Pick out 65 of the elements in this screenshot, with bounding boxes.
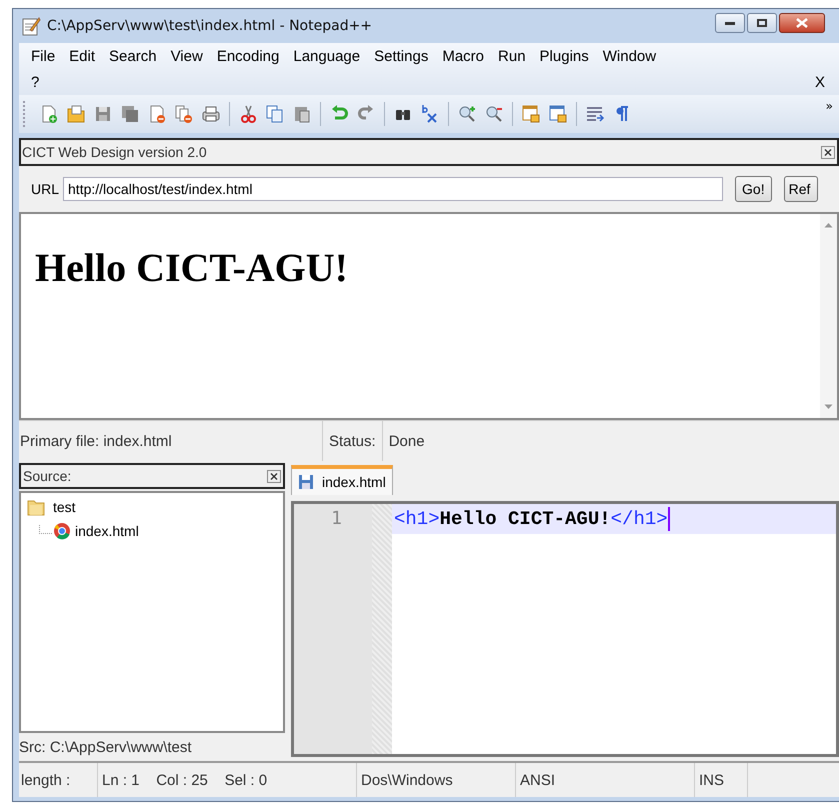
- zoom-out-icon[interactable]: [484, 104, 504, 124]
- tree-connector-icon: [39, 525, 53, 537]
- menu-item[interactable]: Edit: [63, 48, 104, 64]
- scroll-up-icon: [824, 222, 833, 228]
- scroll-down-icon: [824, 404, 833, 410]
- toolbar-overflow-button[interactable]: »: [824, 99, 835, 113]
- status-text: Ln : 1 Col : 25 Sel : 0: [102, 772, 268, 788]
- restore-button[interactable]: [747, 13, 777, 33]
- minimize-button[interactable]: [715, 13, 745, 33]
- menu-item[interactable]: Search: [103, 48, 165, 64]
- window-lock-icon[interactable]: [521, 104, 541, 124]
- save-icon[interactable]: [93, 104, 113, 124]
- window-title: C:\AppServ\www\test\index.html - Notepad++: [47, 18, 374, 34]
- status-text: length :: [21, 772, 70, 788]
- source-path: Src: C:\AppServ\www\test: [19, 738, 192, 756]
- menu-item[interactable]: Settings: [368, 48, 436, 64]
- menu-item[interactable]: File: [25, 48, 64, 64]
- code-editor[interactable]: 1 <h1>Hello CICT-AGU!</h1>: [291, 501, 839, 757]
- status-text: INS: [699, 772, 724, 788]
- notepad-icon: [21, 16, 41, 36]
- close-icon[interactable]: [267, 470, 281, 482]
- refresh-button[interactable]: Ref: [784, 176, 818, 202]
- status-text: ANSI: [520, 772, 556, 788]
- folder-icon: [27, 498, 45, 516]
- tree-item[interactable]: test: [53, 499, 76, 515]
- scrollbar[interactable]: [820, 214, 837, 418]
- paste-icon[interactable]: [292, 104, 312, 124]
- copy-icon[interactable]: [265, 104, 285, 124]
- menu-item[interactable]: Plugins: [534, 48, 597, 64]
- close-document-button[interactable]: X: [808, 74, 833, 90]
- zoom-in-icon[interactable]: [457, 104, 477, 124]
- primary-file-label: Primary file: index.html: [20, 432, 172, 450]
- close-icon[interactable]: [821, 146, 835, 158]
- window-lock-icon[interactable]: [548, 104, 568, 124]
- minimize-icon: [725, 20, 735, 26]
- close-button[interactable]: [779, 13, 825, 33]
- scissors-icon[interactable]: [238, 104, 258, 124]
- close-icon: [796, 18, 808, 28]
- status-value: Done: [388, 432, 425, 450]
- panel-title: Source:: [23, 468, 72, 484]
- line-number: 1: [330, 507, 343, 531]
- save-icon: [298, 474, 314, 490]
- save-all-icon[interactable]: [120, 104, 140, 124]
- menu-item[interactable]: ?: [25, 74, 48, 90]
- status-text: Dos\Windows: [361, 772, 453, 788]
- menu-item[interactable]: Macro: [436, 48, 492, 64]
- url-field[interactable]: http://localhost/test/index.html: [63, 177, 724, 201]
- status-label: Status:: [329, 432, 376, 450]
- close-all-icon[interactable]: [174, 104, 194, 124]
- menu-item[interactable]: Language: [287, 48, 368, 64]
- menu-item[interactable]: View: [164, 48, 211, 64]
- text-cursor: [668, 507, 670, 531]
- menu-item[interactable]: Encoding: [210, 48, 288, 64]
- tree-item[interactable]: index.html: [75, 523, 139, 539]
- browser-file-icon: [53, 522, 71, 540]
- restore-icon: [757, 19, 767, 27]
- panel-title: CICT Web Design version 2.0: [22, 144, 207, 160]
- url-label: URL: [31, 181, 60, 197]
- open-folder-icon[interactable]: [66, 104, 86, 124]
- file-tab[interactable]: index.html: [291, 465, 393, 495]
- menu-item[interactable]: Window: [596, 48, 664, 64]
- printer-icon[interactable]: [201, 104, 221, 124]
- go-button[interactable]: Go!: [735, 176, 772, 202]
- menu-item[interactable]: Run: [492, 48, 534, 64]
- page-heading: Hello CICT-AGU!: [35, 244, 349, 291]
